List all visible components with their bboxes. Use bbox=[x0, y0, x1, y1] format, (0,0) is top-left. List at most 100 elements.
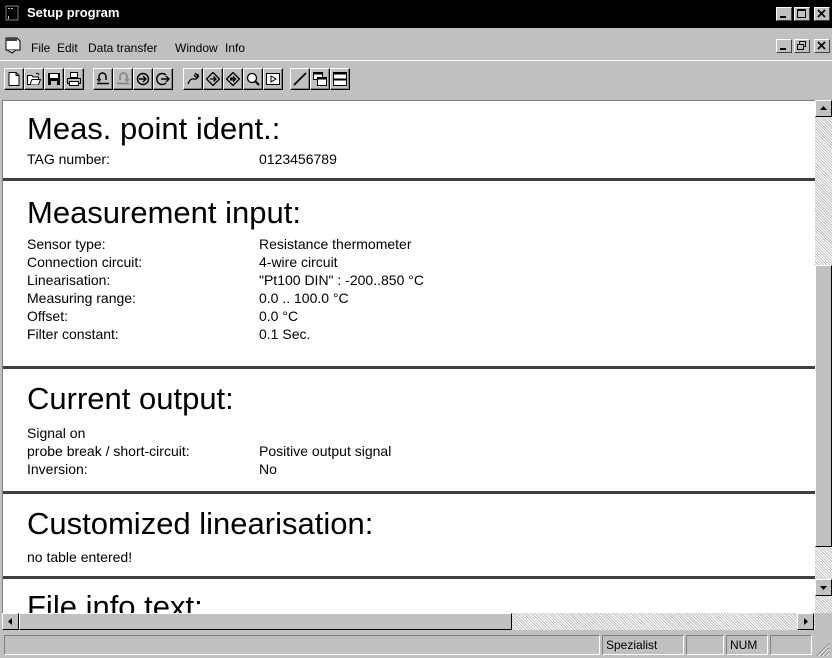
field-label: Linearisation: bbox=[27, 272, 111, 288]
menu-bar: File Edit Data transfer Window Info bbox=[0, 30, 832, 58]
connect-button[interactable] bbox=[183, 68, 203, 90]
status-num-lock: NUM bbox=[726, 635, 768, 655]
doc-close-button[interactable] bbox=[814, 39, 830, 53]
section-divider bbox=[3, 576, 815, 579]
transfer-to-device-button[interactable] bbox=[203, 68, 223, 90]
printer-icon bbox=[67, 72, 81, 86]
document-view[interactable]: Meas. point ident.: TAG number: 01234567… bbox=[2, 100, 815, 613]
circle-arrow-out-icon bbox=[156, 72, 170, 86]
close-icon bbox=[817, 41, 826, 50]
cascade-windows-button[interactable] bbox=[310, 68, 330, 90]
status-user-level: Spezialist bbox=[602, 635, 684, 655]
field-value: Positive output signal bbox=[259, 443, 392, 459]
status-bar: Spezialist NUM bbox=[0, 632, 832, 658]
section-divider bbox=[3, 366, 815, 369]
field-label: probe break / short-circuit: bbox=[27, 443, 190, 459]
save-disk-icon bbox=[48, 73, 60, 85]
field-value: No bbox=[259, 461, 277, 477]
tile-windows-icon bbox=[333, 72, 347, 86]
doc-restore-button[interactable] bbox=[794, 39, 810, 53]
field-label: Measuring range: bbox=[27, 290, 136, 306]
menu-window[interactable]: Window bbox=[175, 41, 218, 55]
vertical-scroll-thumb[interactable] bbox=[815, 265, 832, 547]
print-button[interactable] bbox=[64, 68, 84, 90]
zoom-button[interactable] bbox=[243, 68, 263, 90]
minimize-icon bbox=[780, 48, 786, 50]
status-caps-panel bbox=[686, 635, 724, 655]
document-icon[interactable] bbox=[4, 36, 22, 54]
pen-line-icon bbox=[293, 72, 307, 86]
field-label: Signal on bbox=[27, 425, 86, 441]
maximize-icon bbox=[797, 9, 806, 18]
section-divider bbox=[3, 178, 815, 181]
undo-icon bbox=[96, 72, 109, 85]
save-button[interactable] bbox=[44, 68, 64, 90]
tile-windows-button[interactable] bbox=[330, 68, 350, 90]
field-label: no table entered! bbox=[27, 549, 133, 565]
preview-button[interactable] bbox=[263, 68, 283, 90]
application-window: Setup program File Edit Data transfer Wi… bbox=[0, 0, 832, 658]
vertical-scrollbar[interactable] bbox=[815, 100, 832, 613]
scroll-corner bbox=[815, 613, 832, 630]
resize-grip-icon[interactable] bbox=[814, 641, 830, 657]
circle-arrow-in-icon bbox=[136, 72, 150, 86]
open-folder-icon bbox=[27, 72, 41, 85]
horizontal-scrollbar[interactable] bbox=[2, 613, 815, 630]
app-icon bbox=[5, 5, 19, 21]
maximize-button[interactable] bbox=[794, 7, 810, 21]
line-tool-button[interactable] bbox=[290, 68, 310, 90]
scroll-right-button[interactable] bbox=[797, 613, 814, 630]
menu-edit[interactable]: Edit bbox=[57, 41, 78, 55]
status-scroll-panel bbox=[770, 635, 812, 655]
step-out-button[interactable] bbox=[153, 68, 173, 90]
title-bar[interactable]: Setup program bbox=[0, 0, 832, 28]
field-label: Filter constant: bbox=[27, 326, 119, 342]
section-heading: Customized linearisation: bbox=[27, 506, 374, 541]
close-button[interactable] bbox=[814, 7, 830, 21]
minimize-icon bbox=[780, 16, 786, 18]
window-title: Setup program bbox=[27, 5, 120, 20]
field-label: Offset: bbox=[27, 308, 68, 324]
field-value: 4-wire circuit bbox=[259, 254, 338, 270]
field-value: 0.1 Sec. bbox=[259, 326, 311, 342]
field-label: Connection circuit: bbox=[27, 254, 143, 270]
redo-button[interactable] bbox=[113, 68, 133, 90]
field-value: 0.0 °C bbox=[259, 308, 299, 324]
doc-minimize-button[interactable] bbox=[776, 39, 792, 53]
section-divider bbox=[3, 491, 815, 494]
field-label: Sensor type: bbox=[27, 236, 106, 252]
field-value: 0.0 .. 100.0 °C bbox=[259, 290, 349, 306]
restore-icon bbox=[797, 41, 806, 50]
cable-plug-icon bbox=[187, 72, 200, 85]
menu-data-transfer[interactable]: Data transfer bbox=[88, 41, 157, 55]
menu-info[interactable]: Info bbox=[225, 41, 245, 55]
diamond-arrow-filled-icon bbox=[226, 72, 240, 86]
arrow-right-icon bbox=[804, 618, 808, 625]
scroll-up-button[interactable] bbox=[815, 100, 832, 117]
field-value: 0123456789 bbox=[259, 151, 337, 167]
redo-icon bbox=[117, 72, 130, 85]
field-value: "Pt100 DIN" : -200..850 °C bbox=[259, 272, 424, 288]
minimize-button[interactable] bbox=[776, 7, 792, 21]
arrow-down-icon bbox=[820, 586, 827, 590]
transfer-from-device-button[interactable] bbox=[223, 68, 243, 90]
section-heading: Current output: bbox=[27, 381, 234, 416]
step-in-button[interactable] bbox=[133, 68, 153, 90]
field-label: TAG number: bbox=[27, 151, 110, 167]
menu-file[interactable]: File bbox=[31, 41, 50, 55]
cascade-windows-icon bbox=[313, 72, 327, 86]
play-frame-icon bbox=[266, 73, 280, 85]
field-value: Resistance thermometer bbox=[259, 236, 412, 252]
new-button[interactable] bbox=[4, 68, 24, 90]
section-heading: Meas. point ident.: bbox=[27, 111, 281, 146]
toolbar bbox=[0, 60, 832, 99]
close-icon bbox=[817, 9, 826, 18]
scroll-left-button[interactable] bbox=[2, 613, 19, 630]
scroll-down-button[interactable] bbox=[815, 579, 832, 596]
open-button[interactable] bbox=[24, 68, 44, 90]
section-heading: Measurement input: bbox=[27, 195, 301, 230]
horizontal-scroll-thumb[interactable] bbox=[19, 613, 512, 630]
section-heading: File info text: bbox=[27, 589, 203, 613]
undo-button[interactable] bbox=[93, 68, 113, 90]
arrow-up-icon bbox=[820, 106, 827, 110]
